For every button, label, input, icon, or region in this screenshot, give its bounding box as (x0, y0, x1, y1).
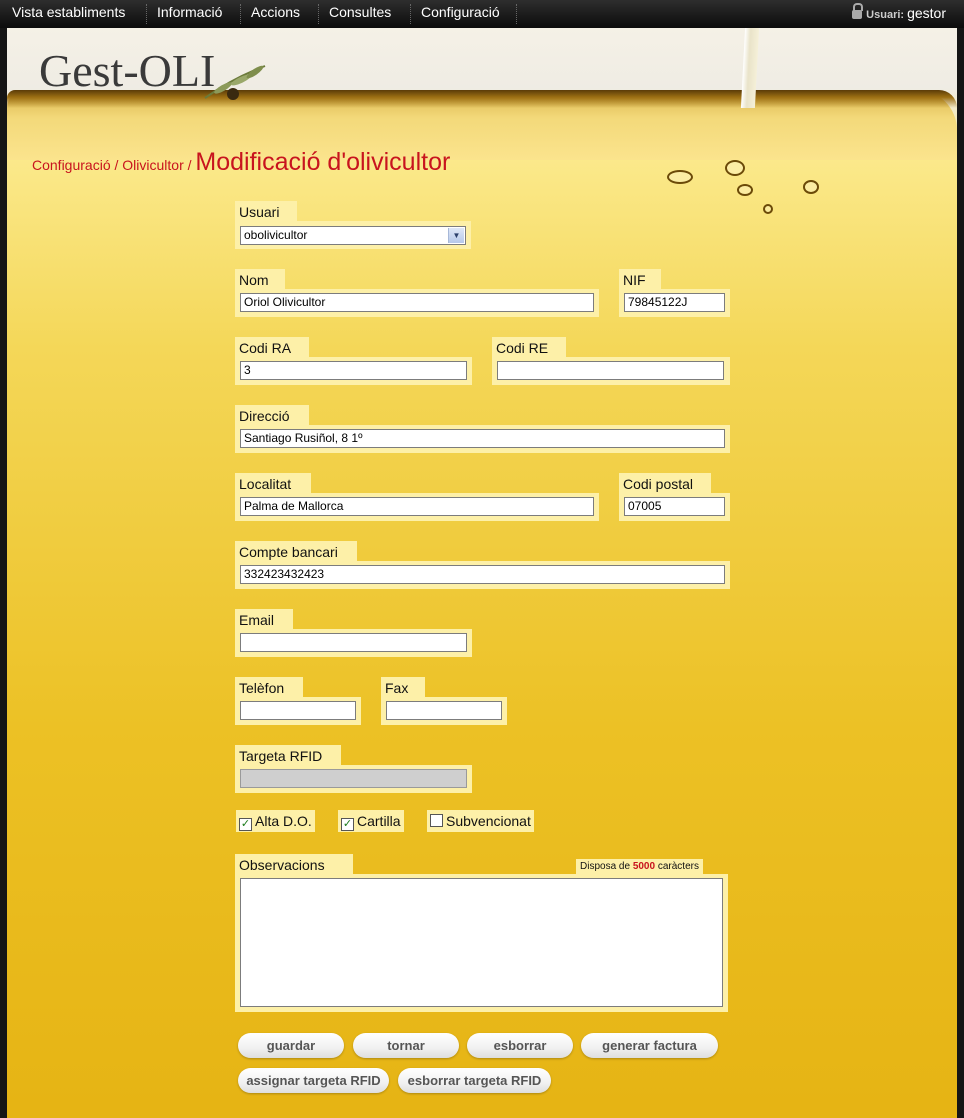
oil-drop-decoration (763, 204, 773, 214)
direccio-label: Direcció (235, 405, 309, 425)
check-icon[interactable]: ✓ (341, 818, 354, 831)
observacions-textarea[interactable] (240, 878, 723, 1007)
codi-postal-input[interactable]: 07005 (624, 497, 725, 516)
menu-vista-establiments[interactable]: Vista establiments (12, 4, 125, 20)
telefon-input[interactable] (240, 701, 356, 720)
breadcrumb-separator: / (187, 157, 192, 173)
cartilla-label: Cartilla (357, 813, 401, 829)
email-label: Email (235, 609, 293, 629)
usuari-label: Usuari (235, 201, 297, 221)
alta-do-label: Alta D.O. (255, 813, 312, 829)
usuari-select[interactable]: obolivicultor ▼ (240, 226, 466, 245)
checkbox-empty-icon[interactable] (430, 814, 443, 827)
localitat-label: Localitat (235, 473, 311, 493)
app-logo: Gest-OLI (39, 45, 216, 96)
codi-postal-label: Codi postal (619, 473, 711, 493)
nif-input[interactable]: 79845122J (624, 293, 725, 312)
menu-accions[interactable]: Accions (251, 4, 300, 20)
user-name: gestor (907, 5, 946, 21)
subvencionat-checkbox[interactable]: Subvencionat (427, 810, 534, 832)
char-counter: Disposa de 5000 caràcters (576, 859, 703, 874)
user-info: Usuari: gestor (852, 3, 946, 21)
esborrar-button[interactable]: esborrar (467, 1033, 573, 1058)
oil-drop-decoration (803, 180, 819, 194)
generar-factura-button[interactable]: generar factura (581, 1033, 718, 1058)
page-title: Modificació d'olivicultor (195, 148, 451, 176)
nom-label: Nom (235, 269, 285, 289)
compte-bancari-label: Compte bancari (235, 541, 357, 561)
user-label: Usuari: (866, 9, 905, 21)
telefon-label: Telèfon (235, 677, 303, 697)
observacions-label: Observacions (235, 854, 353, 874)
breadcrumb-olivicultor[interactable]: Olivicultor (122, 157, 183, 173)
menu-separator (516, 4, 517, 24)
targeta-rfid-label: Targeta RFID (235, 745, 341, 765)
lock-icon (852, 3, 864, 19)
breadcrumb-separator: / (114, 157, 119, 173)
top-nav-bar: Vista establiments Informació Accions Co… (0, 0, 964, 28)
localitat-input[interactable]: Palma de Mallorca (240, 497, 594, 516)
codi-re-label: Codi RE (492, 337, 566, 357)
alta-do-checkbox[interactable]: ✓ Alta D.O. (236, 810, 315, 832)
tornar-button[interactable]: tornar (353, 1033, 459, 1058)
codi-re-input[interactable] (497, 361, 724, 380)
menu-consultes[interactable]: Consultes (329, 4, 391, 20)
check-icon[interactable]: ✓ (239, 818, 252, 831)
esborrar-targeta-rfid-button[interactable]: esborrar targeta RFID (398, 1068, 551, 1093)
fax-input[interactable] (386, 701, 502, 720)
breadcrumb-configuracio[interactable]: Configuració (32, 157, 111, 173)
oil-drop-decoration (667, 170, 693, 184)
fax-label: Fax (381, 677, 425, 697)
olive-branch-icon (204, 65, 266, 100)
compte-bancari-input[interactable]: 332423432423 (240, 565, 725, 584)
direccio-input[interactable]: Santiago Rusiñol, 8 1º (240, 429, 725, 448)
char-counter-prefix: Disposa de (580, 861, 631, 872)
menu-separator (240, 4, 241, 24)
subvencionat-label: Subvencionat (446, 813, 531, 829)
cartilla-checkbox[interactable]: ✓ Cartilla (338, 810, 404, 832)
targeta-rfid-input (240, 769, 467, 788)
menu-separator (410, 4, 411, 24)
guardar-button[interactable]: guardar (238, 1033, 344, 1058)
usuari-select-value: obolivicultor (244, 228, 308, 242)
nom-input[interactable]: Oriol Olivicultor (240, 293, 594, 312)
oil-drop-decoration (725, 160, 745, 176)
char-counter-suffix: caràcters (657, 861, 699, 872)
menu-separator (318, 4, 319, 24)
assignar-targeta-rfid-button[interactable]: assignar targeta RFID (238, 1068, 389, 1093)
char-counter-value: 5000 (632, 861, 656, 872)
codi-ra-input[interactable]: 3 (240, 361, 467, 380)
codi-ra-label: Codi RA (235, 337, 309, 357)
menu-informacio[interactable]: Informació (157, 4, 222, 20)
chevron-down-icon[interactable]: ▼ (448, 228, 464, 243)
breadcrumb: Configuració / Olivicultor / Modificació… (32, 148, 450, 177)
nif-label: NIF (619, 269, 661, 289)
oil-drop-decoration (737, 184, 753, 196)
menu-separator (146, 4, 147, 24)
email-field[interactable] (240, 633, 467, 652)
menu-configuracio[interactable]: Configuració (421, 4, 500, 20)
